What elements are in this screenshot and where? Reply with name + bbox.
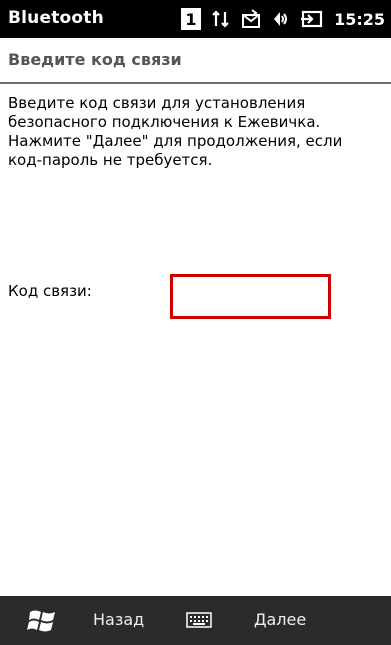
app-title: Bluetooth bbox=[8, 8, 104, 28]
battery-charging-icon bbox=[300, 8, 324, 30]
clock-time[interactable]: 15:25 bbox=[334, 10, 385, 29]
page-header: Введите код связи bbox=[0, 40, 391, 84]
passcode-label: Код связи: bbox=[8, 282, 92, 300]
back-softkey[interactable]: Назад bbox=[93, 610, 144, 629]
keyboard-icon[interactable] bbox=[186, 612, 212, 628]
sim-number: 1 bbox=[185, 10, 196, 29]
data-connection-icon bbox=[210, 8, 232, 30]
sim-1-icon: 1 bbox=[180, 7, 202, 31]
screen: Bluetooth 1 15:25 Введите код связи Введ… bbox=[0, 0, 391, 645]
passcode-field[interactable] bbox=[170, 274, 331, 319]
volume-icon bbox=[270, 8, 292, 30]
status-icons: 1 15:25 bbox=[180, 6, 385, 32]
instructions-text: Введите код связи для установления безоп… bbox=[8, 94, 343, 169]
windows-start-icon[interactable] bbox=[26, 606, 58, 636]
sms-icon bbox=[240, 8, 262, 30]
status-bar: Bluetooth 1 15:25 bbox=[0, 0, 391, 38]
menu-bar: Назад Далее bbox=[0, 596, 391, 645]
content-area: Введите код связи для установления безоп… bbox=[0, 84, 391, 594]
passcode-input[interactable] bbox=[173, 277, 328, 316]
next-softkey[interactable]: Далее bbox=[254, 610, 306, 629]
page-title: Введите код связи bbox=[8, 50, 182, 69]
